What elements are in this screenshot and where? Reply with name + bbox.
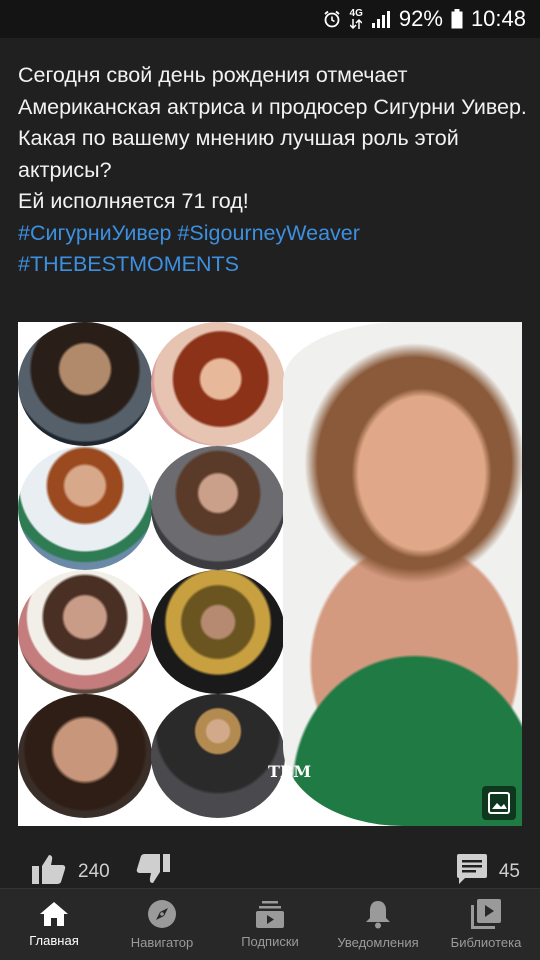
photo-circle [18, 322, 152, 446]
comment-count: 45 [498, 861, 520, 882]
nav-label: Подписки [241, 934, 299, 949]
dislike-icon [136, 854, 170, 890]
photo-circle [18, 570, 152, 694]
bottom-navigation: Главная Навигатор Подписки Уведомления Б… [0, 888, 540, 960]
like-count: 240 [78, 861, 110, 882]
watermark: TBM [268, 762, 312, 781]
photo-circle [151, 322, 285, 446]
network-type: 4G [349, 8, 363, 19]
nav-label: Библиотека [450, 935, 522, 950]
bell-icon [365, 899, 391, 929]
nav-navigator[interactable]: Навигатор [108, 889, 216, 960]
status-bar: 4G 92% 10:48 [0, 0, 540, 38]
nav-label: Главная [29, 933, 79, 948]
data-arrows-icon: 4G [350, 9, 363, 29]
hashtag-link[interactable]: #СигурниУивер [18, 221, 171, 245]
nav-library[interactable]: Библиотека [432, 889, 540, 960]
photo-circle [151, 570, 285, 694]
clock: 10:48 [470, 6, 526, 31]
nav-notifications[interactable]: Уведомления [324, 889, 432, 960]
post-image[interactable]: TBM [18, 322, 522, 826]
nav-label: Навигатор [130, 935, 194, 950]
alarm-icon [322, 9, 342, 29]
compass-icon [147, 899, 177, 929]
post-line: Сегодня свой день рождения отмечает Амер… [18, 63, 527, 119]
photo-circle [151, 446, 285, 570]
image-icon[interactable] [482, 786, 516, 820]
signal-icon [371, 10, 391, 28]
post-line: Ей исполняется 71 год! [18, 189, 249, 213]
like-icon [32, 854, 66, 890]
subscriptions-icon [256, 900, 284, 928]
nav-subscriptions[interactable]: Подписки [216, 889, 324, 960]
photo-circle [18, 446, 152, 570]
photo-circle [18, 694, 152, 818]
like-button[interactable]: 240 [32, 854, 110, 890]
post-text: Сегодня свой день рождения отмечает Амер… [18, 60, 528, 281]
nav-home[interactable]: Главная [0, 889, 108, 960]
home-icon [39, 901, 69, 927]
comment-icon [456, 854, 487, 890]
hashtag-link[interactable]: #THEBESTMOMENTS [18, 252, 239, 276]
hashtags: #СигурниУивер #SigourneyWeaver #THEBESTM… [18, 218, 528, 281]
battery-percent: 92% [398, 6, 443, 31]
post-line: Какая по вашему мнению лучшая роль этой … [18, 126, 459, 182]
battery-icon [451, 9, 463, 29]
dislike-button[interactable] [136, 854, 170, 890]
nav-label: Уведомления [337, 935, 419, 950]
library-icon [471, 899, 501, 929]
portrait-photo [283, 322, 522, 826]
comments-button[interactable]: 45 [456, 854, 520, 890]
hashtag-link[interactable]: #SigourneyWeaver [177, 221, 359, 245]
photo-circle [151, 694, 285, 818]
